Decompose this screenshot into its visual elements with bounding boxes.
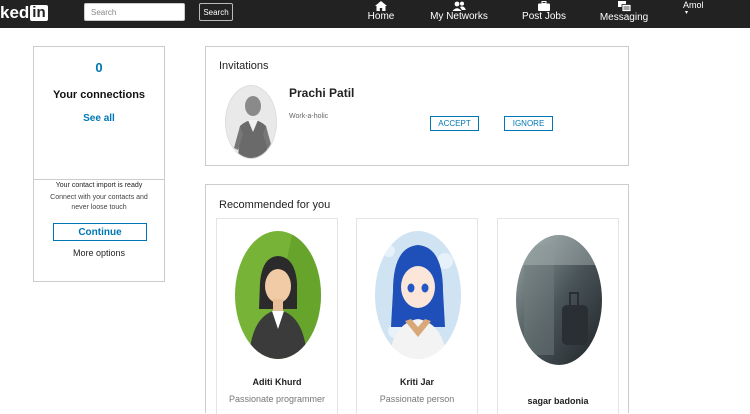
top-navbar: kedin Search Home My Networks Post Jobs … bbox=[0, 0, 750, 28]
recommended-card: Recommended for you Aditi Khurd Passiona… bbox=[205, 184, 629, 414]
continue-button[interactable]: Continue bbox=[53, 223, 147, 241]
person-name[interactable]: sagar badonia bbox=[498, 396, 618, 406]
nav-home-label: Home bbox=[367, 11, 395, 22]
avatar bbox=[225, 85, 277, 159]
person-headline: Passionate person bbox=[379, 394, 455, 404]
nav-post-jobs-label: Post Jobs bbox=[522, 11, 566, 22]
accept-button[interactable]: ACCEPT bbox=[430, 116, 479, 131]
import-text: Connect with your contacts and never loo… bbox=[50, 194, 148, 211]
connections-card: 0 Your connections See all Your contact … bbox=[33, 46, 165, 282]
person-name[interactable]: Kriti Jar bbox=[357, 377, 477, 387]
briefcase-icon bbox=[538, 1, 550, 11]
person-headline: Passionate programmer bbox=[228, 394, 326, 404]
user-menu[interactable]: Amol ▾ bbox=[683, 0, 704, 16]
avatar bbox=[375, 231, 461, 359]
nav-my-networks[interactable]: My Networks bbox=[428, 0, 490, 28]
invitations-card: Invitations Prachi Patil Work-a-holic AC… bbox=[205, 46, 629, 166]
people-icon bbox=[452, 1, 466, 11]
recommended-person-card[interactable]: sagar badonia bbox=[497, 218, 619, 414]
avatar bbox=[516, 235, 602, 365]
home-icon bbox=[375, 1, 387, 11]
more-options-link[interactable]: More options bbox=[34, 248, 164, 258]
search-button[interactable]: Search bbox=[199, 3, 233, 21]
user-name: Amol bbox=[683, 0, 704, 10]
messages-icon bbox=[617, 1, 631, 12]
import-title: Your contact import is ready bbox=[55, 182, 143, 189]
nav-messaging[interactable]: Messaging bbox=[600, 0, 648, 28]
recommended-title: Recommended for you bbox=[219, 199, 331, 211]
nav-messaging-label: Messaging bbox=[599, 12, 649, 23]
invitations-title: Invitations bbox=[219, 60, 269, 72]
person-name[interactable]: Aditi Khurd bbox=[217, 377, 337, 387]
logo-in-badge: in bbox=[30, 4, 48, 21]
avatar bbox=[235, 231, 321, 359]
ignore-button[interactable]: IGNORE bbox=[504, 116, 553, 131]
invitation-name[interactable]: Prachi Patil bbox=[289, 86, 354, 100]
linkedin-logo[interactable]: ked in bbox=[0, 3, 48, 23]
nav-my-networks-label: My Networks bbox=[430, 11, 488, 22]
search-input[interactable] bbox=[84, 3, 185, 21]
chevron-down-icon: ▾ bbox=[685, 10, 689, 16]
logo-text: ked bbox=[0, 3, 30, 22]
nav-post-jobs[interactable]: Post Jobs bbox=[522, 0, 566, 28]
invitation-headline: Work-a-holic bbox=[289, 113, 329, 120]
connections-label: Your connections bbox=[52, 89, 146, 101]
see-all-link[interactable]: See all bbox=[34, 113, 164, 124]
divider bbox=[34, 179, 164, 180]
connections-count: 0 bbox=[95, 60, 103, 75]
nav-home[interactable]: Home bbox=[367, 0, 395, 28]
recommended-person-card[interactable]: Kriti Jar Passionate person bbox=[356, 218, 478, 414]
recommended-person-card[interactable]: Aditi Khurd Passionate programmer bbox=[216, 218, 338, 414]
